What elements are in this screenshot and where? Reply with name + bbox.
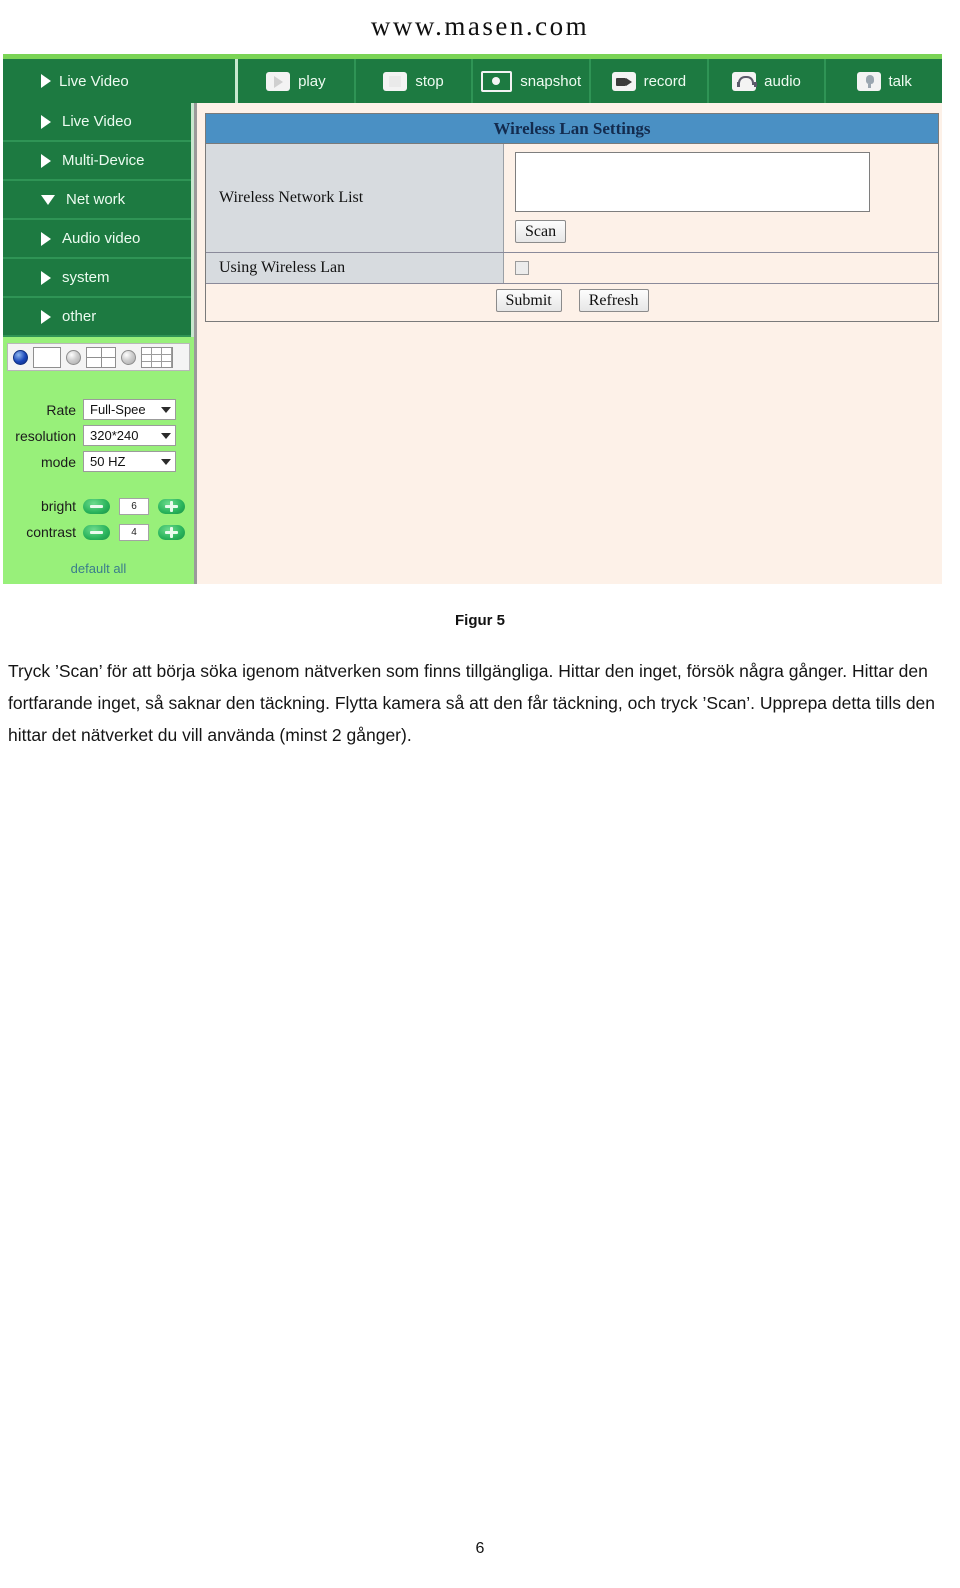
main-content-area: Wireless Lan Settings Wireless Network L… (200, 103, 942, 584)
image-adjustments: bright 6 contrast 4 (3, 494, 194, 544)
triangle-right-icon (41, 114, 51, 129)
toolbar-audio-label: audio (764, 72, 801, 90)
nine-pane-icon[interactable] (141, 346, 173, 368)
record-icon (611, 71, 636, 91)
bright-increase-button[interactable] (158, 498, 185, 514)
resolution-select[interactable]: 320*240 (83, 425, 176, 446)
single-pane-icon[interactable] (33, 346, 61, 368)
wireless-network-list-label: Wireless Network List (206, 144, 504, 252)
using-wireless-lan-label: Using Wireless Lan (206, 253, 504, 283)
resolution-label: resolution (15, 427, 76, 444)
sidebar-item-network[interactable]: Net work (3, 181, 191, 220)
rate-label: Rate (46, 401, 76, 418)
toolbar-stop-label: stop (415, 72, 444, 90)
toolbar-record-label: record (643, 72, 687, 90)
site-banner: www.masen.com (0, 0, 960, 52)
refresh-button[interactable]: Refresh (578, 289, 649, 312)
toolbar-live-video-button[interactable]: Live Video (3, 59, 238, 103)
sidebar-item-label: other (62, 308, 97, 325)
toolbar-snapshot-label: snapshot (520, 72, 582, 90)
scan-button-wrap: Scan (515, 220, 938, 243)
sidebar-item-label: Net work (66, 191, 126, 208)
view-mode-selector (7, 343, 190, 371)
stop-icon (383, 71, 408, 91)
sidebar-item-live-video[interactable]: Live Video (3, 103, 191, 142)
rate-control-row: Rate Full-Spee (9, 397, 188, 422)
resolution-value: 320*240 (90, 428, 139, 443)
contrast-label: contrast (26, 524, 76, 540)
rate-select[interactable]: Full-Spee (83, 399, 176, 420)
using-wireless-lan-checkbox[interactable] (515, 261, 529, 275)
resolution-control-row: resolution 320*240 (9, 423, 188, 448)
toolbar-play-button[interactable]: play (238, 59, 356, 103)
using-wireless-lan-row: Using Wireless Lan (206, 253, 938, 284)
sidebar-item-label: system (62, 269, 110, 286)
contrast-decrease-button[interactable] (83, 524, 110, 540)
triangle-right-icon (41, 231, 51, 246)
talk-icon (856, 71, 881, 91)
panel-title: Wireless Lan Settings (206, 114, 938, 144)
audio-icon (732, 71, 758, 91)
contrast-increase-button[interactable] (158, 524, 185, 540)
toolbar-record-button[interactable]: record (591, 59, 709, 103)
mode-label: mode (40, 453, 76, 470)
triangle-right-icon (41, 153, 51, 168)
chevron-down-icon (161, 432, 171, 439)
view-mode-radio-nine[interactable] (121, 349, 136, 365)
stream-controls: Rate Full-Spee resolution 320*240 mode 5… (3, 397, 194, 474)
contrast-row: contrast 4 (9, 520, 188, 544)
page-number: 6 (475, 1540, 485, 1557)
wireless-lan-settings-panel: Wireless Lan Settings Wireless Network L… (205, 113, 939, 322)
toolbar-talk-label: talk (888, 72, 912, 90)
chevron-down-icon (161, 458, 171, 465)
bright-decrease-button[interactable] (83, 498, 110, 514)
mode-select[interactable]: 50 HZ (83, 451, 176, 472)
triangle-right-icon (41, 270, 51, 285)
panel-footer: Submit Refresh (206, 284, 938, 317)
toolbar-audio-button[interactable]: audio (709, 59, 827, 103)
mode-control-row: mode 50 HZ (9, 449, 188, 474)
sidebar-item-other[interactable]: other (3, 298, 191, 337)
toolbar-live-video-label: Live Video (59, 72, 129, 90)
top-toolbar: Live Video play stop snapshot record aud… (3, 59, 942, 103)
site-url-text: www.masen.com (370, 10, 590, 41)
toolbar-talk-button[interactable]: talk (826, 59, 942, 103)
wireless-network-list-box[interactable] (515, 152, 870, 212)
sidebar-item-label: Multi-Device (62, 152, 145, 169)
bright-value: 6 (119, 497, 149, 515)
using-wireless-lan-field (504, 253, 938, 283)
wireless-network-list-row: Wireless Network List Scan (206, 144, 938, 253)
contrast-value: 4 (119, 523, 149, 541)
sidebar-item-audio-video[interactable]: Audio video (3, 220, 191, 259)
left-sidebar: Live Video Multi-Device Net work Audio v… (3, 103, 197, 584)
chevron-down-icon (161, 406, 171, 413)
mode-value: 50 HZ (90, 454, 126, 469)
default-all-link[interactable]: default all (3, 561, 194, 576)
figure-body-text: Tryck ’Scan’ för att börja söka igenom n… (8, 661, 936, 745)
bright-label: bright (40, 498, 76, 514)
triangle-down-icon (41, 194, 55, 205)
sidebar-item-label: Audio video (62, 230, 141, 247)
toolbar-snapshot-button[interactable]: snapshot (473, 59, 592, 103)
view-mode-radio-four[interactable] (66, 349, 81, 365)
four-pane-icon[interactable] (86, 346, 116, 368)
triangle-right-icon (41, 309, 51, 324)
camera-ui-screenshot: Live Video play stop snapshot record aud… (3, 54, 942, 584)
rate-value: Full-Spee (90, 402, 146, 417)
play-icon (266, 71, 291, 91)
sidebar-nav: Live Video Multi-Device Net work Audio v… (3, 103, 194, 337)
view-mode-radio-single[interactable] (13, 349, 28, 365)
wireless-network-list-field: Scan (504, 144, 938, 252)
toolbar-play-label: play (298, 72, 326, 90)
scan-button[interactable]: Scan (515, 220, 567, 243)
triangle-right-icon (41, 74, 51, 88)
sidebar-item-multi-device[interactable]: Multi-Device (3, 142, 191, 181)
figure-caption: Figur 5 (454, 612, 505, 629)
submit-button[interactable]: Submit (495, 289, 562, 312)
snapshot-icon (481, 70, 513, 92)
bright-row: bright 6 (9, 494, 188, 518)
sidebar-item-label: Live Video (62, 113, 132, 130)
sidebar-item-system[interactable]: system (3, 259, 191, 298)
toolbar-stop-button[interactable]: stop (356, 59, 474, 103)
